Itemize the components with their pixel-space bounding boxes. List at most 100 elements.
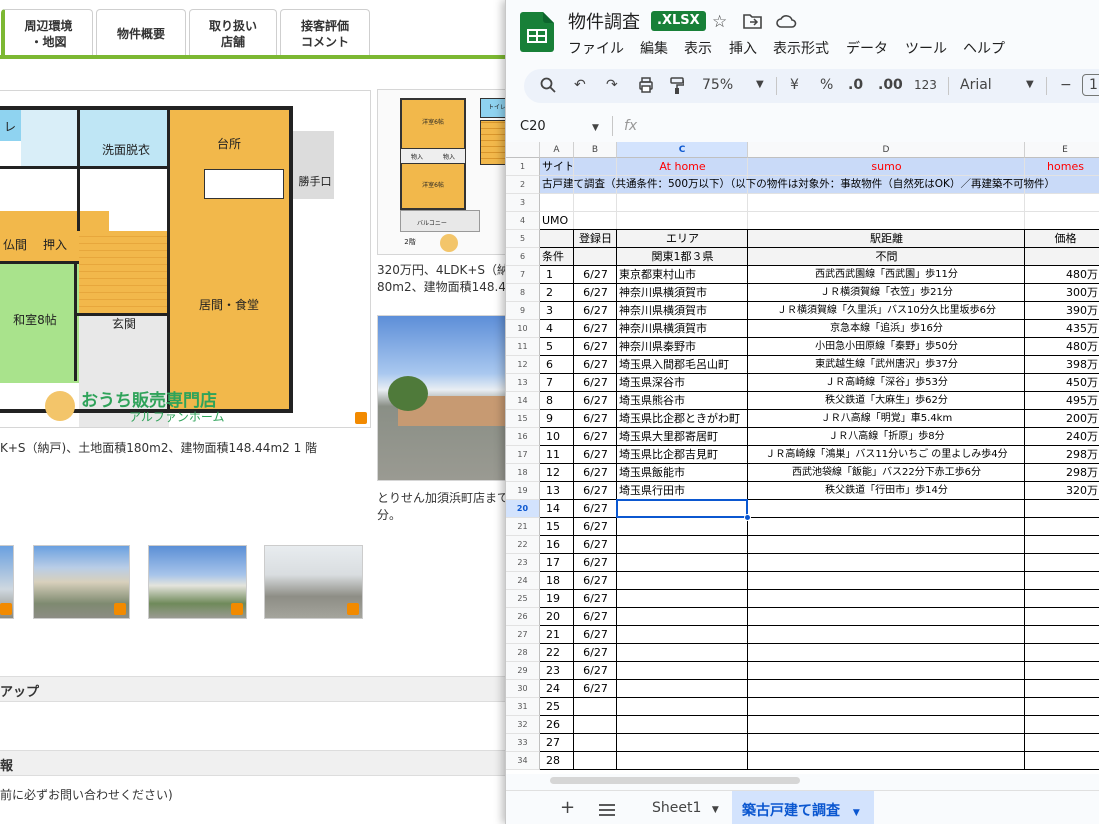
row-header-29[interactable]: 29 <box>506 662 540 680</box>
document-title[interactable]: 物件調査 <box>568 8 640 34</box>
font-size-input[interactable]: 1 <box>1082 74 1099 96</box>
move-folder-icon[interactable] <box>743 13 762 34</box>
cell-area[interactable]: 埼玉県入間郡毛呂山町 <box>619 356 746 373</box>
cell-area[interactable]: 神奈川県横須賀市 <box>619 302 746 319</box>
row-header-13[interactable]: 13 <box>506 374 540 392</box>
cell-no[interactable]: 28 <box>542 752 572 769</box>
column-header-a[interactable]: A <box>540 142 574 158</box>
cell-no[interactable]: 26 <box>542 716 572 733</box>
add-sheet-icon[interactable]: + <box>560 797 575 818</box>
cell-no[interactable]: 17 <box>542 554 572 571</box>
cell-date[interactable]: 6/27 <box>576 320 615 337</box>
cell-no[interactable]: 25 <box>542 698 572 715</box>
cell-date[interactable]: 6/27 <box>576 392 615 409</box>
zoom-select[interactable]: 75% <box>702 77 733 93</box>
cell-date[interactable]: 6/27 <box>576 608 615 625</box>
row-header-34[interactable]: 34 <box>506 752 540 770</box>
cell-station[interactable]: 西武西武園線「西武園」歩11分 <box>750 266 1023 283</box>
cell-date[interactable]: 6/27 <box>576 626 615 643</box>
row-header-16[interactable]: 16 <box>506 428 540 446</box>
cell-date[interactable]: 6/27 <box>576 356 615 373</box>
increase-decimal-button[interactable]: .00 <box>878 77 903 93</box>
cell-area[interactable]: 神奈川県横須賀市 <box>619 320 746 337</box>
menu-help[interactable]: ヘルプ <box>963 38 1005 58</box>
cell-station[interactable]: ＪＲ高崎線「深谷」歩53分 <box>750 374 1023 391</box>
thumbnail-1[interactable] <box>0 545 14 619</box>
cell-no[interactable]: 21 <box>542 626 572 643</box>
cell-area[interactable]: 埼玉県熊谷市 <box>619 392 746 409</box>
sheets-logo-icon[interactable] <box>520 12 554 52</box>
cell-no[interactable]: 27 <box>542 734 572 751</box>
chevron-down-icon[interactable]: ▼ <box>853 808 860 818</box>
cell-station[interactable]: ＪＲ八高線「折原」歩8分 <box>750 428 1023 445</box>
cell-date[interactable]: 6/27 <box>576 464 615 481</box>
row-header-27[interactable]: 27 <box>506 626 540 644</box>
row-header-2[interactable]: 2 <box>506 176 540 194</box>
row-header-32[interactable]: 32 <box>506 716 540 734</box>
column-header-d[interactable]: D <box>748 142 1025 158</box>
cell-price[interactable]: 298万 <box>1027 464 1099 481</box>
cell-area[interactable]: 埼玉県比企郡ときがわ町 <box>619 410 746 427</box>
cell-c1[interactable]: At home <box>619 158 746 175</box>
menu-data[interactable]: データ <box>846 38 888 58</box>
cell-station[interactable]: 秩父鉄道「行田市」歩14分 <box>750 482 1023 499</box>
thumbnail-4[interactable] <box>264 545 363 619</box>
cell-station[interactable]: 西武池袋線「飯能」バス22分下赤工歩6分 <box>750 464 1023 481</box>
row-header-8[interactable]: 8 <box>506 284 540 302</box>
cell-date[interactable]: 6/27 <box>576 302 615 319</box>
cell-date[interactable]: 6/27 <box>576 284 615 301</box>
row-header-9[interactable]: 9 <box>506 302 540 320</box>
cell-no[interactable]: 19 <box>542 590 572 607</box>
cell-no[interactable]: 7 <box>542 374 572 391</box>
all-sheets-icon[interactable] <box>599 801 615 820</box>
print-icon[interactable] <box>638 77 654 97</box>
cell-date[interactable]: 6/27 <box>576 680 615 697</box>
cell-no[interactable]: 3 <box>542 302 572 319</box>
cell-price[interactable]: 480万 <box>1027 266 1099 283</box>
cell-price[interactable]: 390万 <box>1027 302 1099 319</box>
chevron-down-icon[interactable]: ▼ <box>712 805 719 815</box>
cell-date[interactable]: 6/27 <box>576 572 615 589</box>
percent-format-button[interactable]: % <box>820 77 833 93</box>
cell-a6[interactable]: 条件 <box>542 248 572 265</box>
cell-date[interactable]: 6/27 <box>576 266 615 283</box>
cell-no[interactable]: 15 <box>542 518 572 535</box>
cell-date[interactable]: 6/27 <box>576 500 615 517</box>
cell-price[interactable]: 480万 <box>1027 338 1099 355</box>
cloud-status-icon[interactable] <box>775 13 797 34</box>
cell-station[interactable]: ＪＲ横須賀線「久里浜」バス10分久比里坂歩6分 <box>750 302 1023 319</box>
menu-file[interactable]: ファイル <box>568 38 624 58</box>
row-header-28[interactable]: 28 <box>506 644 540 662</box>
cell-no[interactable]: 24 <box>542 680 572 697</box>
tab-store[interactable]: 取り扱い 店舗 <box>189 9 277 57</box>
row-header-23[interactable]: 23 <box>506 554 540 572</box>
tab-customer-review[interactable]: 接客評価 コメント <box>280 9 370 57</box>
menu-edit[interactable]: 編集 <box>640 38 668 58</box>
cell-no[interactable]: 5 <box>542 338 572 355</box>
cell-no[interactable]: 11 <box>542 446 572 463</box>
row-header-17[interactable]: 17 <box>506 446 540 464</box>
row-header-4[interactable]: 4 <box>506 212 540 230</box>
sheet-tab-active[interactable]: 築古戸建て調査 ▼ <box>732 791 874 824</box>
cell-area[interactable]: 埼玉県比企郡吉見町 <box>619 446 746 463</box>
row-header-11[interactable]: 11 <box>506 338 540 356</box>
zoom-icon[interactable] <box>355 412 367 424</box>
cell-a1[interactable]: サイト <box>542 158 572 175</box>
row-header-19[interactable]: 19 <box>506 482 540 500</box>
cell-date[interactable]: 6/27 <box>576 518 615 535</box>
second-floor-plan-image[interactable]: 洋室6帖 洋室6帖 物入 物入 トイレ バルコニー 2階 <box>377 89 517 255</box>
horizontal-scrollbar[interactable] <box>550 777 800 784</box>
number-format-button[interactable]: 123 <box>914 78 937 92</box>
cell-d5[interactable]: 駅距離 <box>750 230 1023 247</box>
row-header-7[interactable]: 7 <box>506 266 540 284</box>
corner-cell[interactable] <box>506 142 540 158</box>
cell-date[interactable]: 6/27 <box>576 446 615 463</box>
cell-station[interactable]: 東武越生線「武州唐沢」歩37分 <box>750 356 1023 373</box>
tab-property-overview[interactable]: 物件概要 <box>96 9 186 57</box>
row-header-22[interactable]: 22 <box>506 536 540 554</box>
cell-date[interactable]: 6/27 <box>576 482 615 499</box>
row-header-31[interactable]: 31 <box>506 698 540 716</box>
cell-d1[interactable]: sumo <box>750 158 1023 175</box>
cell-no[interactable]: 16 <box>542 536 572 553</box>
cell-no[interactable]: 13 <box>542 482 572 499</box>
